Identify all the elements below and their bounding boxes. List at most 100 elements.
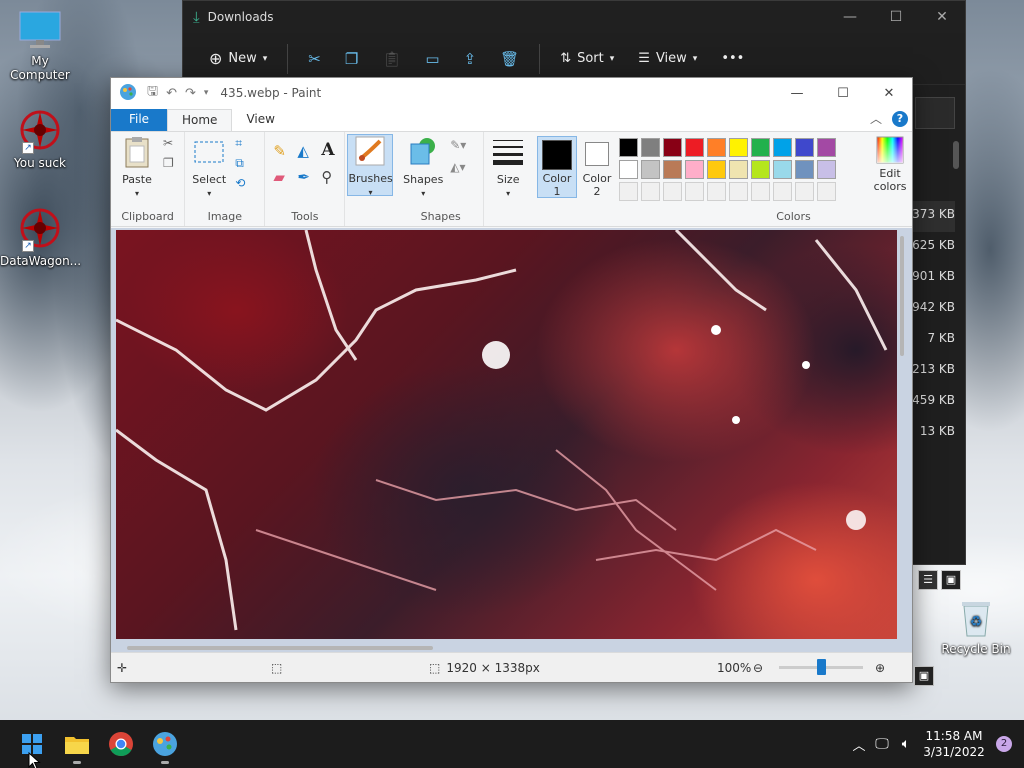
palette-color-swatch[interactable] bbox=[795, 138, 815, 157]
paste-button[interactable]: Paste ▾ bbox=[119, 136, 155, 199]
desktop-icon-you-suck[interactable]: ↗ You suck bbox=[0, 108, 80, 170]
palette-color-swatch[interactable] bbox=[773, 138, 793, 157]
desktop-icon-datawagon[interactable]: ↗ DataWagon... bbox=[0, 206, 81, 268]
canvas-horizontal-scrollbar[interactable] bbox=[127, 646, 433, 650]
custom-color-slot[interactable] bbox=[641, 182, 661, 201]
palette-color-swatch[interactable] bbox=[707, 160, 727, 179]
paint-taskbar-button[interactable] bbox=[151, 730, 179, 764]
share-button[interactable]: ⇪ bbox=[454, 44, 487, 74]
details-view-button[interactable]: ☰ bbox=[918, 570, 938, 590]
more-options-button[interactable]: ••• bbox=[711, 45, 754, 72]
sort-button[interactable]: ⇅ Sort ▾ bbox=[550, 45, 624, 72]
custom-color-slot[interactable] bbox=[773, 182, 793, 201]
edit-colors-button[interactable]: Edit colors bbox=[867, 136, 913, 193]
palette-color-swatch[interactable] bbox=[729, 160, 749, 179]
network-icon[interactable]: 🖵︎ bbox=[870, 736, 894, 752]
paste-button[interactable]: 📋︎ bbox=[372, 44, 411, 74]
tiles-view-button[interactable]: ▣ bbox=[941, 570, 961, 590]
text-icon[interactable]: A bbox=[321, 140, 337, 160]
crop-icon[interactable]: ⌗ bbox=[235, 136, 251, 152]
copy-icon[interactable]: ❐ bbox=[163, 156, 179, 172]
palette-color-swatch[interactable] bbox=[641, 160, 661, 179]
custom-color-slot[interactable] bbox=[751, 182, 771, 201]
canvas-vertical-scrollbar[interactable] bbox=[900, 236, 904, 356]
maximize-button[interactable]: ☐ bbox=[820, 86, 866, 101]
desktop-icon-recycle-bin[interactable]: ♻ Recycle Bin bbox=[936, 598, 1016, 656]
tab-file[interactable]: File bbox=[111, 109, 167, 131]
brushes-button[interactable]: Brushes ▾ bbox=[347, 134, 394, 197]
cut-button[interactable]: ✂ bbox=[298, 44, 331, 74]
palette-color-swatch[interactable] bbox=[751, 138, 771, 157]
zoom-in-button[interactable]: ⊕ bbox=[875, 661, 885, 675]
minimize-button[interactable]: — bbox=[774, 86, 820, 101]
notification-badge[interactable]: 2 bbox=[996, 736, 1012, 752]
color2-button[interactable]: Color 2 bbox=[579, 136, 615, 198]
paint-titlebar[interactable]: 🖫︎ ↶ ↷ ▾ 435.webp - Paint — ☐ ✕ bbox=[111, 78, 912, 108]
save-icon[interactable]: 🖫︎ bbox=[147, 82, 158, 104]
outline-icon[interactable]: ✎▾ bbox=[450, 138, 466, 154]
customize-quick-access-icon[interactable]: ▾ bbox=[204, 88, 209, 98]
fill-bucket-icon[interactable]: ◭ bbox=[297, 142, 313, 160]
custom-color-slot[interactable] bbox=[817, 182, 837, 201]
custom-color-slot[interactable] bbox=[663, 182, 683, 201]
collapse-ribbon-icon[interactable]: ︿ bbox=[870, 110, 882, 127]
close-button[interactable]: ✕ bbox=[919, 9, 965, 25]
zoom-slider-thumb[interactable] bbox=[817, 659, 826, 675]
clock[interactable]: 11:58 AM 3/31/2022 bbox=[918, 728, 990, 760]
color-picker-icon[interactable]: ✒ bbox=[297, 168, 313, 186]
tab-view[interactable]: View bbox=[232, 109, 288, 131]
palette-color-swatch[interactable] bbox=[685, 160, 705, 179]
custom-color-slot[interactable] bbox=[707, 182, 727, 201]
redo-icon[interactable]: ↷ bbox=[185, 86, 196, 101]
palette-color-swatch[interactable] bbox=[663, 138, 683, 157]
maximize-button[interactable]: ☐ bbox=[873, 9, 919, 25]
custom-color-slot[interactable] bbox=[729, 182, 749, 201]
rename-button[interactable]: ▭ bbox=[415, 44, 449, 74]
cut-icon[interactable]: ✂ bbox=[163, 136, 179, 152]
custom-color-slot[interactable] bbox=[619, 182, 639, 201]
shape-fill-icon[interactable]: ◭▾ bbox=[450, 160, 466, 176]
color1-button[interactable]: Color 1 bbox=[537, 136, 578, 198]
palette-color-swatch[interactable] bbox=[773, 160, 793, 179]
pencil-icon[interactable]: ✎ bbox=[273, 142, 289, 160]
size-button[interactable]: Size ▾ bbox=[488, 136, 528, 199]
magnifier-icon[interactable]: ⚲ bbox=[321, 168, 337, 186]
palette-color-swatch[interactable] bbox=[619, 138, 639, 157]
rotate-icon[interactable]: ⟲ bbox=[235, 176, 251, 192]
palette-color-swatch[interactable] bbox=[817, 138, 837, 157]
close-button[interactable]: ✕ bbox=[866, 86, 912, 101]
view-button[interactable]: ☰ View ▾ bbox=[628, 45, 707, 72]
palette-color-swatch[interactable] bbox=[817, 160, 837, 179]
explorer-bottom-button[interactable]: ▣ bbox=[914, 666, 934, 686]
explorer-scrollbar[interactable] bbox=[953, 141, 959, 169]
zoom-out-button[interactable]: ⊖ bbox=[753, 661, 763, 675]
custom-color-slot[interactable] bbox=[685, 182, 705, 201]
palette-color-swatch[interactable] bbox=[707, 138, 727, 157]
search-input[interactable] bbox=[915, 97, 955, 129]
palette-color-swatch[interactable] bbox=[729, 138, 749, 157]
palette-color-swatch[interactable] bbox=[619, 160, 639, 179]
desktop-icon-my-computer[interactable]: My Computer bbox=[0, 10, 80, 82]
minimize-button[interactable]: — bbox=[827, 9, 873, 25]
help-icon[interactable]: ? bbox=[892, 110, 908, 127]
chevron-up-icon[interactable]: ︿ bbox=[848, 735, 870, 754]
palette-color-swatch[interactable] bbox=[685, 138, 705, 157]
resize-icon[interactable]: ⧉ bbox=[235, 156, 251, 172]
palette-color-swatch[interactable] bbox=[641, 138, 661, 157]
palette-color-swatch[interactable] bbox=[751, 160, 771, 179]
delete-button[interactable]: 🗑︎ bbox=[490, 44, 529, 74]
palette-color-swatch[interactable] bbox=[795, 160, 815, 179]
volume-icon[interactable]: 🔈︎ bbox=[894, 736, 918, 752]
shapes-button[interactable]: Shapes ▾ bbox=[402, 136, 444, 199]
image-canvas[interactable] bbox=[115, 228, 897, 639]
eraser-icon[interactable]: ▰ bbox=[273, 168, 289, 186]
tab-home[interactable]: Home bbox=[167, 109, 233, 131]
copy-button[interactable]: ❐ bbox=[335, 44, 368, 74]
file-explorer-taskbar-button[interactable] bbox=[63, 730, 91, 764]
select-button[interactable]: Select ▾ bbox=[191, 136, 227, 199]
explorer-titlebar[interactable]: ⤓ Downloads — ☐ ✕ bbox=[183, 1, 965, 33]
new-button[interactable]: ⊕ New ▾ bbox=[199, 43, 277, 74]
custom-color-slot[interactable] bbox=[795, 182, 815, 201]
undo-icon[interactable]: ↶ bbox=[166, 86, 177, 101]
palette-color-swatch[interactable] bbox=[663, 160, 683, 179]
